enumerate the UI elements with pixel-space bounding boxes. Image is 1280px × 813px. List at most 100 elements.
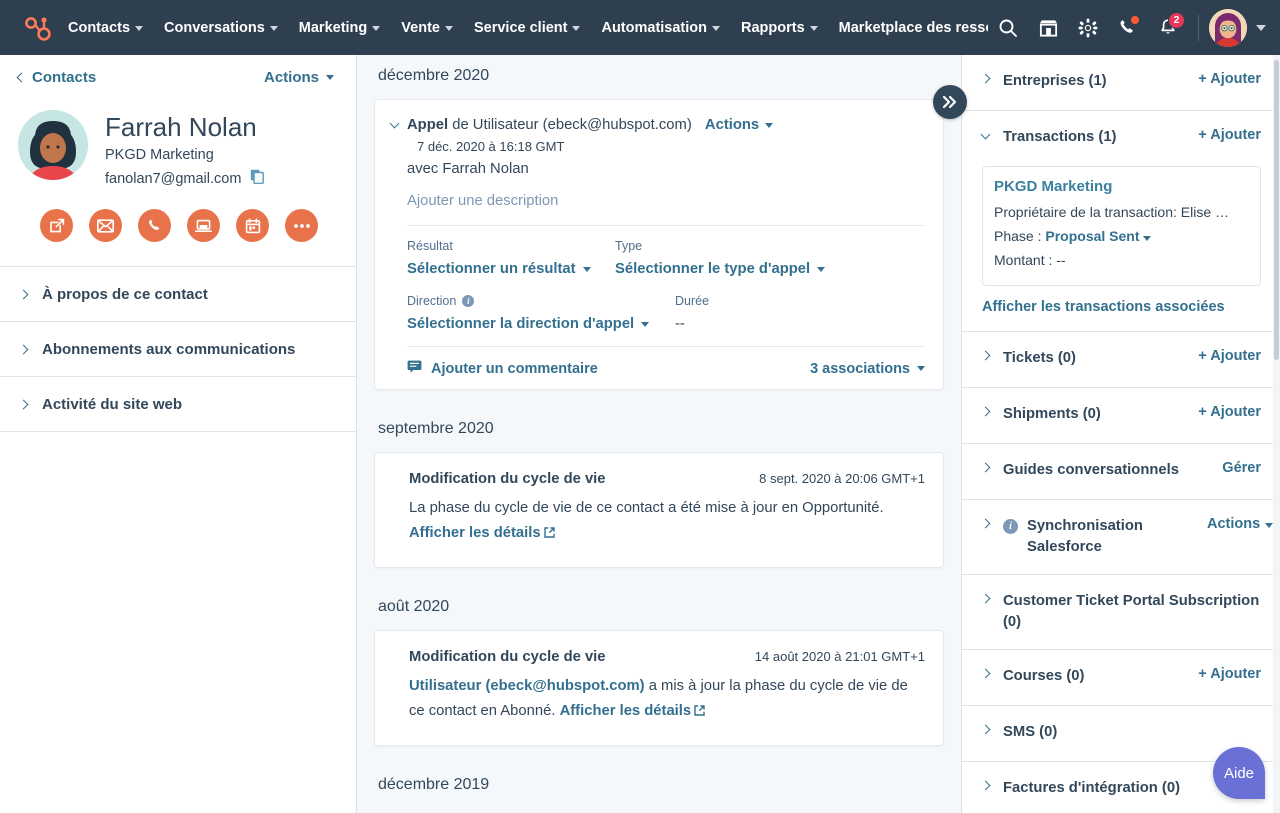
- right-section-label: Synchronisation Salesforce: [1027, 516, 1193, 558]
- event-title: Modification du cycle de vie: [393, 649, 606, 665]
- direction-select[interactable]: Sélectionner la direction d'appel: [407, 316, 649, 332]
- view-details-link[interactable]: Afficher les détails: [560, 703, 706, 719]
- call-actions-dropdown[interactable]: Actions: [705, 114, 773, 136]
- salesforce-actions-dropdown[interactable]: Actions: [1207, 516, 1261, 532]
- nav-icon-group: 2: [988, 8, 1280, 48]
- event-user-link[interactable]: Utilisateur (ebeck@hubspot.com): [409, 678, 645, 694]
- back-to-contacts-link[interactable]: Contacts: [18, 69, 96, 86]
- sidebar-section-about-contact[interactable]: À propos de ce contact: [0, 266, 356, 321]
- nav-item-rapports[interactable]: Rapports: [741, 20, 818, 36]
- notifications-bell-icon[interactable]: 2: [1148, 8, 1188, 48]
- right-section-label: SMS (0): [1003, 722, 1057, 743]
- call-field-duration: Durée --: [675, 294, 883, 333]
- direction-value: Sélectionner la direction d'appel: [407, 316, 634, 332]
- settings-gear-icon[interactable]: [1068, 8, 1108, 48]
- chevron-right-icon: [981, 725, 991, 735]
- marketplace-icon[interactable]: [1028, 8, 1068, 48]
- call-type-label: Appel: [407, 117, 448, 133]
- chevron-down-icon: [572, 26, 580, 31]
- left-panel-header: Contacts Actions: [0, 55, 356, 100]
- sidebar-section-label: Abonnements aux communications: [42, 341, 295, 358]
- contact-avatar[interactable]: [18, 110, 88, 180]
- nav-item-marketing[interactable]: Marketing: [299, 20, 381, 36]
- manage-playbooks-button[interactable]: Gérer: [1222, 460, 1261, 476]
- contact-actions-dropdown[interactable]: Actions: [264, 69, 334, 86]
- right-section-header[interactable]: Tickets (0) + Ajouter: [962, 332, 1280, 387]
- call-type-value: Sélectionner le type d'appel: [615, 261, 810, 277]
- email-icon[interactable]: [89, 209, 122, 242]
- chevron-down-icon: [817, 267, 825, 272]
- contact-company: PKGD Marketing: [105, 147, 264, 163]
- sidebar-section-communication-subscriptions[interactable]: Abonnements aux communications: [0, 321, 356, 376]
- chevron-down-icon[interactable]: [390, 119, 400, 129]
- timeline-month-label: décembre 2019: [374, 754, 944, 808]
- task-calendar-icon[interactable]: [236, 209, 269, 242]
- info-icon[interactable]: i: [1003, 519, 1018, 534]
- copy-icon[interactable]: [250, 169, 264, 189]
- right-section-header[interactable]: Transactions (1) + Ajouter: [962, 111, 1280, 166]
- add-deal-button[interactable]: + Ajouter: [1198, 127, 1261, 143]
- field-label: Direction i: [407, 294, 675, 308]
- help-button[interactable]: Aide: [1213, 747, 1265, 799]
- duration-value: --: [675, 316, 685, 332]
- account-chevron-down-icon[interactable]: [1256, 25, 1266, 31]
- right-section-header[interactable]: Entreprises (1) + Ajouter: [962, 55, 1280, 110]
- nav-item-marketplace[interactable]: Marketplace des ressources: [839, 20, 988, 36]
- view-details-label: Afficher les détails: [409, 525, 541, 541]
- sidebar-section-website-activity[interactable]: Activité du site web: [0, 376, 356, 431]
- divider: [0, 431, 356, 432]
- avatar[interactable]: [1209, 9, 1247, 47]
- chevron-down-icon: [1143, 236, 1151, 241]
- chevron-down-icon: [917, 366, 925, 371]
- deal-phase-select[interactable]: Proposal Sent: [1045, 228, 1151, 244]
- right-section-header[interactable]: Guides conversationnels Gérer: [962, 444, 1280, 499]
- add-shipment-button[interactable]: + Ajouter: [1198, 404, 1261, 420]
- add-comment-button[interactable]: Ajouter un commentaire: [407, 360, 598, 377]
- right-panel-scrollbar-thumb[interactable]: [1274, 60, 1279, 360]
- collapse-panel-button[interactable]: [933, 85, 967, 119]
- nav-item-vente[interactable]: Vente: [401, 20, 453, 36]
- right-section-label: Guides conversationnels: [1003, 460, 1179, 481]
- right-section-header[interactable]: i Synchronisation Salesforce Actions: [962, 500, 1280, 574]
- info-icon[interactable]: i: [462, 295, 474, 307]
- nav-item-label: Automatisation: [601, 20, 707, 36]
- contact-left-panel: Contacts Actions Farrah Nol: [0, 55, 357, 813]
- outcome-select[interactable]: Sélectionner un résultat: [407, 261, 591, 277]
- call-timestamp: 7 déc. 2020 à 16:18 GMT: [417, 139, 564, 154]
- nav-item-service-client[interactable]: Service client: [474, 20, 581, 36]
- call-icon[interactable]: [138, 209, 171, 242]
- meeting-icon[interactable]: [187, 209, 220, 242]
- view-details-link[interactable]: Afficher les détails: [409, 525, 555, 541]
- external-link-icon: [694, 700, 705, 725]
- call-field-outcome: Résultat Sélectionner un résultat: [407, 239, 615, 278]
- call-type-select[interactable]: Sélectionner le type d'appel: [615, 261, 825, 277]
- calling-phone-icon[interactable]: [1108, 8, 1148, 48]
- chevron-down-icon: [712, 26, 720, 31]
- nav-item-conversations[interactable]: Conversations: [164, 20, 278, 36]
- hubspot-sprocket-logo[interactable]: [20, 11, 54, 45]
- note-icon[interactable]: [40, 209, 73, 242]
- right-section-header[interactable]: Shipments (0) + Ajouter: [962, 388, 1280, 443]
- more-ellipsis-icon[interactable]: [285, 209, 318, 242]
- event-header: Modification du cycle de vie 8 sept. 202…: [393, 471, 925, 487]
- right-section-transactions: Transactions (1) + Ajouter PKGD Marketin…: [962, 111, 1280, 332]
- right-section-header[interactable]: Customer Ticket Portal Subscription (0): [962, 575, 1280, 649]
- chevron-left-icon: [17, 72, 27, 82]
- deal-name-link[interactable]: PKGD Marketing: [994, 178, 1247, 195]
- add-ticket-button[interactable]: + Ajouter: [1198, 348, 1261, 364]
- right-section-courses: Courses (0) + Ajouter: [962, 650, 1280, 706]
- call-card-footer: Ajouter un commentaire 3 associations: [407, 346, 925, 377]
- call-description-input[interactable]: Ajouter une description: [407, 193, 925, 209]
- nav-item-automatisation[interactable]: Automatisation: [601, 20, 720, 36]
- call-card-header: Appel de Utilisateur (ebeck@hubspot.com)…: [391, 114, 925, 180]
- show-associated-deals-link[interactable]: Afficher les transactions associées: [982, 299, 1261, 315]
- nav-item-contacts[interactable]: Contacts: [68, 20, 143, 36]
- activity-timeline: décembre 2020 Appel de Utilisateur (ebec…: [357, 55, 961, 813]
- add-company-button[interactable]: + Ajouter: [1198, 71, 1261, 87]
- add-course-button[interactable]: + Ajouter: [1198, 666, 1261, 682]
- right-section-header[interactable]: Courses (0) + Ajouter: [962, 650, 1280, 705]
- deal-phase-line: Phase : Proposal Sent: [994, 224, 1247, 248]
- search-icon[interactable]: [988, 8, 1028, 48]
- associations-dropdown[interactable]: 3 associations: [810, 361, 925, 377]
- page-title: Farrah Nolan: [105, 110, 264, 144]
